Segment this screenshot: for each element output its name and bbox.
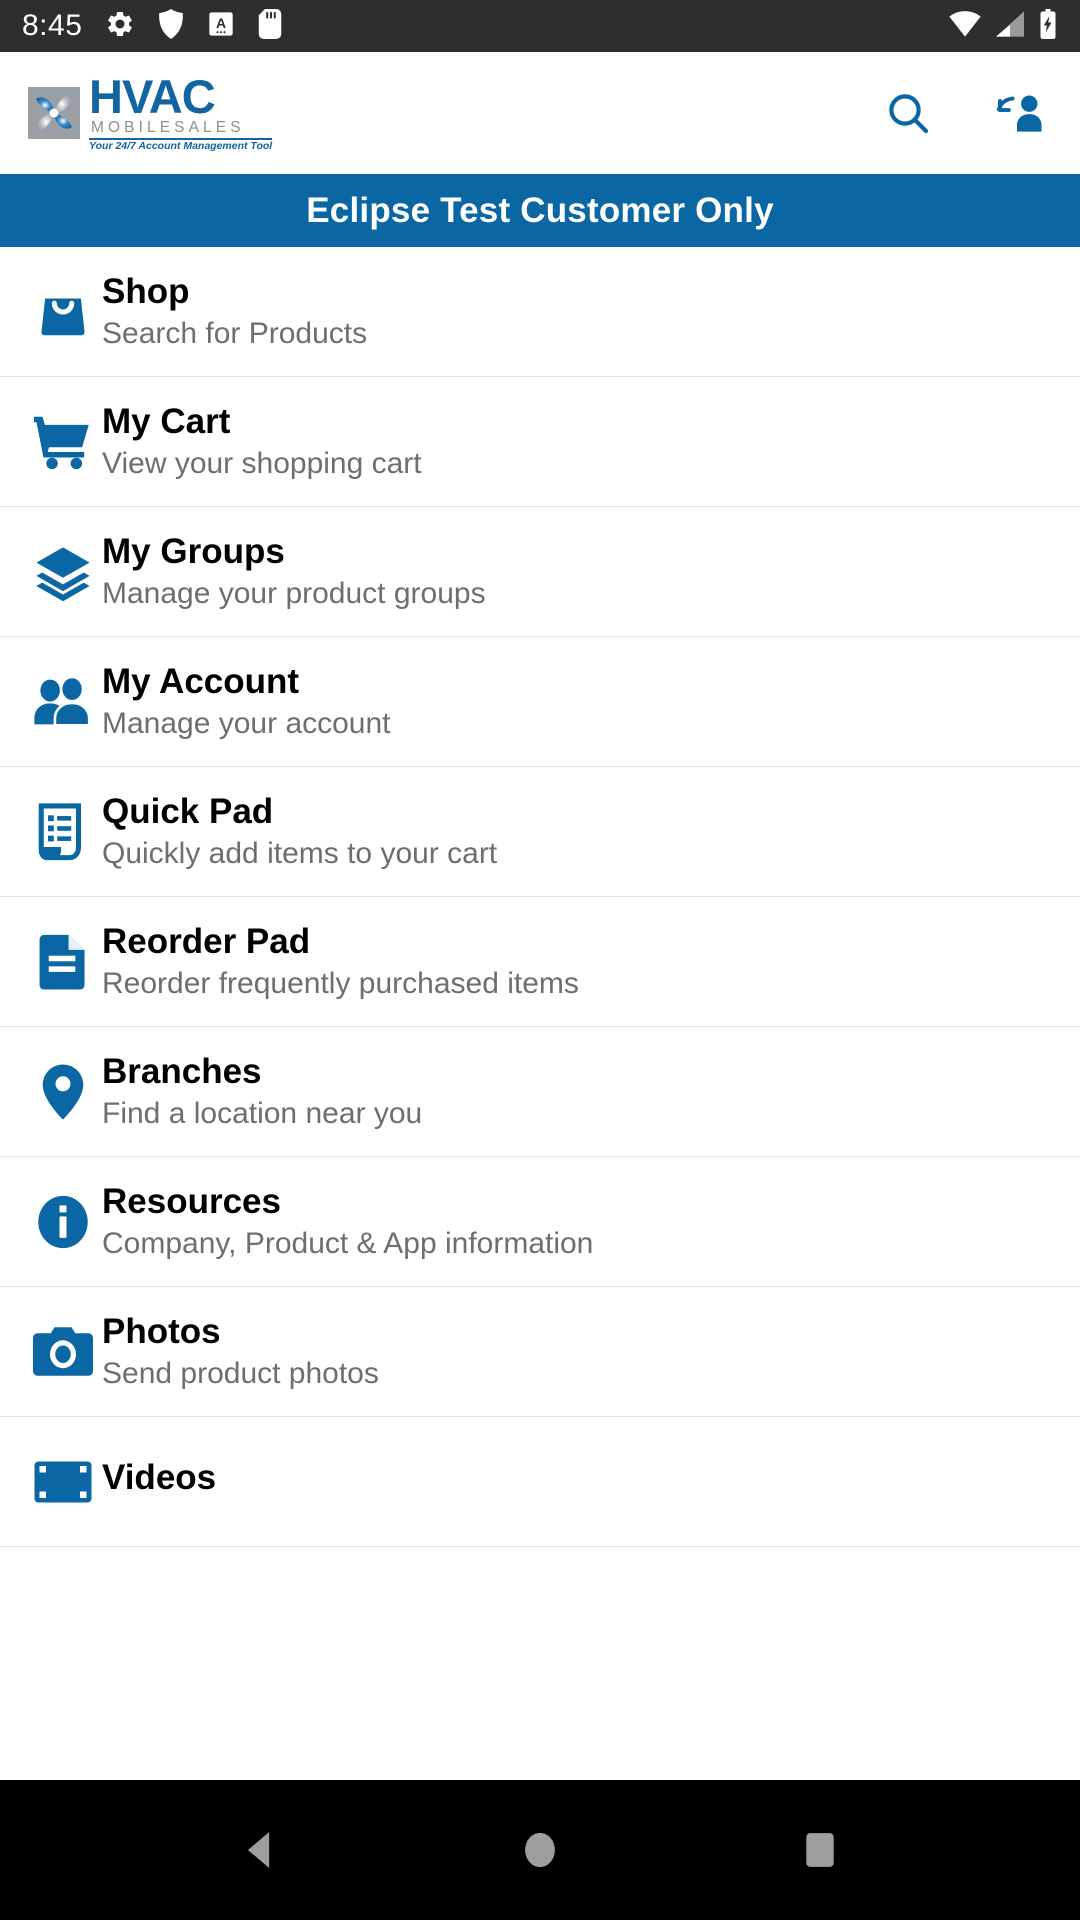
menu-item-photos[interactable]: Photos Send product photos	[0, 1287, 1080, 1417]
menu-item-videos[interactable]: Videos	[0, 1417, 1080, 1547]
menu-item-subtitle: Send product photos	[102, 1356, 379, 1390]
battery-charging-icon	[1038, 8, 1058, 44]
fan-pinwheel-logo-icon	[28, 87, 80, 139]
menu-item-resources[interactable]: Resources Company, Product & App informa…	[0, 1157, 1080, 1287]
shopping-cart-icon	[24, 413, 102, 471]
shield-icon	[158, 8, 184, 44]
menu-item-labels: Photos Send product photos	[102, 1311, 379, 1390]
menu-item-labels: Branches Find a location near you	[102, 1051, 423, 1130]
sd-card-icon	[258, 8, 282, 44]
menu-item-reorder-pad[interactable]: Reorder Pad Reorder frequently purchased…	[0, 897, 1080, 1027]
menu-item-labels: Shop Search for Products	[102, 271, 368, 350]
search-button[interactable]	[884, 89, 932, 137]
status-bar: 8:45 A	[0, 0, 1080, 52]
map-pin-icon	[24, 1063, 102, 1121]
menu-item-labels: My Cart View your shopping cart	[102, 401, 422, 480]
menu-item-subtitle: Manage your account	[102, 706, 391, 740]
app-logo-subtitle: MOBILESALES	[91, 118, 245, 136]
film-strip-icon	[24, 1459, 102, 1505]
status-bar-right	[948, 8, 1058, 44]
main-menu-list: Shop Search for Products My Cart View yo…	[0, 247, 1080, 1547]
status-time: 8:45	[22, 9, 83, 42]
system-navigation-bar	[0, 1780, 1080, 1920]
menu-item-subtitle: Find a location near you	[102, 1096, 423, 1130]
menu-item-subtitle: View your shopping cart	[102, 446, 422, 480]
menu-item-title: Photos	[102, 1311, 221, 1351]
menu-item-subtitle: Quickly add items to your cart	[102, 836, 498, 870]
menu-item-labels: Videos	[102, 1457, 217, 1504]
menu-item-subtitle: Manage your product groups	[102, 576, 486, 610]
document-icon	[24, 933, 102, 991]
recents-button[interactable]	[775, 1805, 865, 1895]
menu-item-subtitle: Search for Products	[102, 316, 368, 350]
cellular-signal-icon	[994, 10, 1026, 43]
menu-item-title: Reorder Pad	[102, 921, 311, 961]
menu-item-labels: Resources Company, Product & App informa…	[102, 1181, 594, 1260]
gear-icon	[105, 9, 135, 44]
app-logo: HVAC MOBILESALES Your 24/7 Account Manag…	[28, 69, 273, 153]
app-logo-title: HVAC	[89, 69, 216, 123]
app-logo-tagline: Your 24/7 Account Management Tool	[89, 139, 273, 152]
menu-item-title: My Cart	[102, 401, 231, 441]
menu-item-subtitle: Reorder frequently purchased items	[102, 966, 579, 1000]
shopping-bag-icon	[24, 283, 102, 341]
customer-banner-text: Eclipse Test Customer Only	[306, 190, 774, 230]
info-circle-icon	[24, 1193, 102, 1251]
layers-icon	[24, 543, 102, 601]
menu-item-title: Shop	[102, 271, 190, 311]
status-bar-left: 8:45 A	[22, 8, 282, 44]
menu-item-subtitle: Company, Product & App information	[102, 1226, 594, 1260]
menu-item-labels: My Account Manage your account	[102, 661, 391, 740]
menu-item-my-account[interactable]: My Account Manage your account	[0, 637, 1080, 767]
a-badge-icon: A	[207, 10, 235, 43]
menu-item-title: Resources	[102, 1181, 281, 1221]
menu-item-title: Videos	[102, 1457, 217, 1497]
customer-banner: Eclipse Test Customer Only	[0, 174, 1080, 247]
menu-item-title: My Account	[102, 661, 300, 701]
app-logo-text: HVAC MOBILESALES Your 24/7 Account Manag…	[89, 69, 273, 153]
app-header-actions	[884, 89, 1046, 137]
home-button[interactable]	[495, 1805, 585, 1895]
menu-item-title: Quick Pad	[102, 791, 274, 831]
menu-item-labels: Quick Pad Quickly add items to your cart	[102, 791, 498, 870]
app-header: HVAC MOBILESALES Your 24/7 Account Manag…	[0, 52, 1080, 174]
menu-item-title: My Groups	[102, 531, 285, 571]
users-icon	[24, 673, 102, 731]
menu-item-branches[interactable]: Branches Find a location near you	[0, 1027, 1080, 1157]
menu-item-shop[interactable]: Shop Search for Products	[0, 247, 1080, 377]
camera-icon	[24, 1325, 102, 1379]
switch-account-button[interactable]	[994, 89, 1046, 137]
menu-item-my-groups[interactable]: My Groups Manage your product groups	[0, 507, 1080, 637]
menu-item-my-cart[interactable]: My Cart View your shopping cart	[0, 377, 1080, 507]
back-button[interactable]	[215, 1805, 305, 1895]
menu-item-quick-pad[interactable]: Quick Pad Quickly add items to your cart	[0, 767, 1080, 897]
list-receipt-icon	[24, 802, 102, 861]
svg-text:A: A	[216, 15, 226, 31]
menu-item-labels: My Groups Manage your product groups	[102, 531, 486, 610]
menu-item-labels: Reorder Pad Reorder frequently purchased…	[102, 921, 579, 1000]
menu-item-title: Branches	[102, 1051, 262, 1091]
app-screen: 8:45 A HVAC MOBILESALES Your 24/7 Accoun…	[0, 0, 1080, 1920]
wifi-icon	[948, 10, 982, 43]
